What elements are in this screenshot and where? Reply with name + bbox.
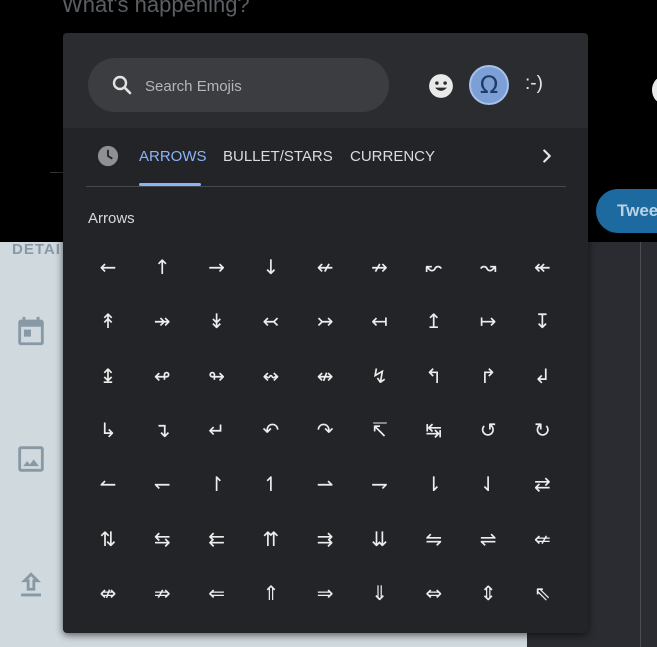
symbol-item[interactable]: ↺ xyxy=(461,403,515,457)
symbol-item[interactable]: ↦ xyxy=(461,294,515,348)
symbol-item[interactable]: ⇉ xyxy=(298,512,352,566)
symbol-item[interactable]: ↯ xyxy=(353,349,407,403)
symbol-item[interactable]: ⇒ xyxy=(298,566,352,620)
symbol-item[interactable]: ⇆ xyxy=(135,512,189,566)
symbol-item[interactable]: ⇀ xyxy=(298,457,352,511)
symbol-item[interactable]: ↲ xyxy=(515,349,569,403)
image-icon[interactable] xyxy=(14,442,48,476)
tab-arrows[interactable]: ARROWS xyxy=(139,148,207,165)
symbol-item[interactable]: ⇔ xyxy=(407,566,461,620)
symbol-item[interactable]: ↮ xyxy=(298,349,352,403)
symbol-item[interactable]: ⇓ xyxy=(353,566,407,620)
symbol-item[interactable]: ⇅ xyxy=(81,512,135,566)
symbol-item[interactable]: ⇑ xyxy=(244,566,298,620)
picker-header: Ω :-) xyxy=(63,33,588,128)
symbol-item[interactable]: ↭ xyxy=(244,349,298,403)
symbol-item[interactable]: ↨ xyxy=(81,349,135,403)
category-tabs: ARROWS BULLET/STARS CURRENCY xyxy=(63,128,588,186)
symbol-item[interactable]: ⇏ xyxy=(135,566,189,620)
symbol-item[interactable]: ↹ xyxy=(407,403,461,457)
tweet-button[interactable]: Twee xyxy=(596,189,657,233)
symbol-item[interactable]: ↟ xyxy=(81,294,135,348)
symbol-item[interactable]: ⇄ xyxy=(515,457,569,511)
symbol-item[interactable]: ↱ xyxy=(461,349,515,403)
symbol-item[interactable]: ↵ xyxy=(190,403,244,457)
symbol-item[interactable]: ↻ xyxy=(515,403,569,457)
symbol-item[interactable]: ↠ xyxy=(135,294,189,348)
symbol-item[interactable]: ↜ xyxy=(407,240,461,294)
tabs-divider xyxy=(86,186,566,187)
symbol-item[interactable]: ↚ xyxy=(298,240,352,294)
smiley-icon[interactable] xyxy=(428,73,454,99)
symbol-item[interactable]: ⇎ xyxy=(81,566,135,620)
symbol-item[interactable]: ⇕ xyxy=(461,566,515,620)
symbol-item[interactable]: ⇂ xyxy=(407,457,461,511)
symbol-item[interactable]: ↷ xyxy=(298,403,352,457)
details-label: DETAI xyxy=(12,241,61,258)
chevron-right-icon[interactable] xyxy=(536,144,558,168)
symbol-item[interactable]: ↳ xyxy=(81,403,135,457)
symbol-item[interactable]: ↫ xyxy=(135,349,189,403)
symbol-item[interactable]: ↰ xyxy=(407,349,461,403)
symbol-item[interactable]: ↿ xyxy=(244,457,298,511)
symbol-item[interactable]: ↡ xyxy=(190,294,244,348)
symbol-item[interactable]: ↾ xyxy=(190,457,244,511)
symbol-item[interactable]: ↸ xyxy=(353,403,407,457)
symbol-item[interactable]: ↴ xyxy=(135,403,189,457)
symbol-item[interactable]: ↥ xyxy=(407,294,461,348)
symbol-item[interactable]: ← xyxy=(81,240,135,294)
symbol-item[interactable]: ↤ xyxy=(353,294,407,348)
symbol-item[interactable]: ⇋ xyxy=(407,512,461,566)
symbol-item[interactable]: ↣ xyxy=(298,294,352,348)
section-title: Arrows xyxy=(88,210,135,227)
emoji-picker: Ω :-) ARROWS BULLET/STARS CURRENCY Arrow… xyxy=(63,33,588,633)
symbol-item[interactable]: ↞ xyxy=(515,240,569,294)
symbol-item[interactable]: ↶ xyxy=(244,403,298,457)
symbol-item[interactable]: ⇁ xyxy=(353,457,407,511)
symbol-item[interactable]: ↛ xyxy=(353,240,407,294)
search-icon xyxy=(112,75,132,95)
symbol-item[interactable]: ↓ xyxy=(244,240,298,294)
symbol-item[interactable]: ↼ xyxy=(81,457,135,511)
symbol-item[interactable]: ⇈ xyxy=(244,512,298,566)
search-input[interactable] xyxy=(143,58,377,114)
symbol-item[interactable]: ↬ xyxy=(190,349,244,403)
symbol-item[interactable]: ↢ xyxy=(244,294,298,348)
account-avatar[interactable] xyxy=(652,76,657,104)
upload-icon[interactable] xyxy=(14,568,48,602)
symbol-item[interactable]: ↝ xyxy=(461,240,515,294)
tab-currency[interactable]: CURRENCY xyxy=(350,148,435,165)
symbol-item[interactable]: ⇃ xyxy=(461,457,515,511)
symbol-item[interactable]: ↧ xyxy=(515,294,569,348)
clock-icon[interactable] xyxy=(97,145,119,167)
panel-divider xyxy=(640,242,641,647)
symbol-item[interactable]: ⇇ xyxy=(190,512,244,566)
symbol-item[interactable]: ⇌ xyxy=(461,512,515,566)
symbol-item[interactable]: ⇐ xyxy=(190,566,244,620)
symbol-item[interactable]: ⇊ xyxy=(353,512,407,566)
symbols-mode-button[interactable]: Ω xyxy=(469,65,509,105)
compose-placeholder[interactable]: What's happening? xyxy=(62,0,250,18)
tab-bullet-stars[interactable]: BULLET/STARS xyxy=(223,148,333,165)
search-bar[interactable] xyxy=(88,58,389,114)
symbol-item[interactable]: ⇍ xyxy=(515,512,569,566)
symbol-item[interactable]: ⇖ xyxy=(515,566,569,620)
symbol-item[interactable]: ↽ xyxy=(135,457,189,511)
emoticon-mode-button[interactable]: :-) xyxy=(525,73,543,95)
symbol-item[interactable]: ↑ xyxy=(135,240,189,294)
calendar-icon[interactable] xyxy=(14,314,48,348)
symbol-item[interactable]: → xyxy=(190,240,244,294)
